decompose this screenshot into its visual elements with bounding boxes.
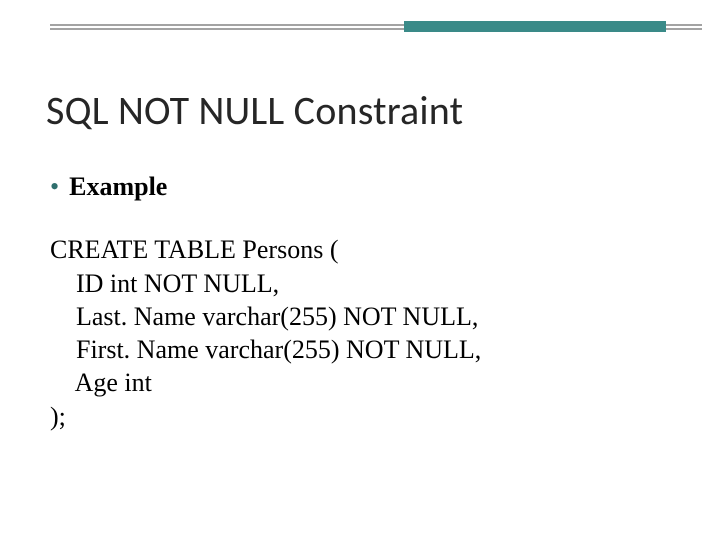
code-line: ID int NOT NULL, — [50, 267, 660, 300]
code-line: First. Name varchar(255) NOT NULL, — [50, 333, 660, 366]
bullet-item: • Example — [50, 170, 660, 203]
slide-top-accent-bar — [404, 21, 666, 32]
slide-body: • Example CREATE TABLE Persons ( ID int … — [50, 170, 660, 433]
bullet-label: Example — [69, 170, 167, 203]
code-block: CREATE TABLE Persons ( ID int NOT NULL, … — [50, 233, 660, 433]
code-line: Last. Name varchar(255) NOT NULL, — [50, 300, 660, 333]
slide-top-rule — [50, 24, 702, 40]
code-line: ); — [50, 400, 660, 433]
code-line: CREATE TABLE Persons ( — [50, 233, 660, 266]
slide: SQL NOT NULL Constraint • Example CREATE… — [0, 0, 720, 540]
bullet-dot-icon: • — [50, 174, 59, 200]
slide-title: SQL NOT NULL Constraint — [46, 86, 674, 135]
code-line: Age int — [50, 366, 660, 399]
